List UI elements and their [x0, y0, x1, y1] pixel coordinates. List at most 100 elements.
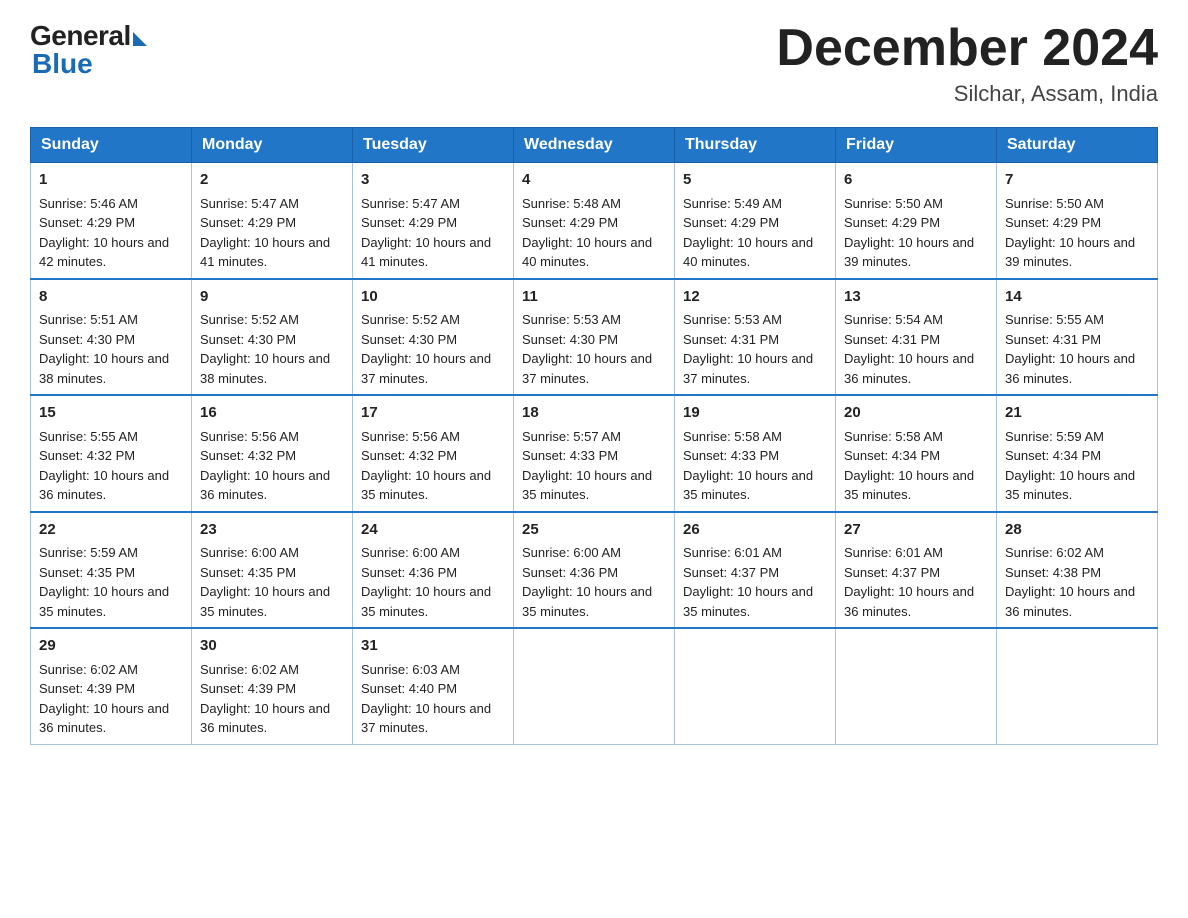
day-number: 23	[200, 519, 344, 542]
calendar-week-row: 8 Sunrise: 5:51 AMSunset: 4:30 PMDayligh…	[31, 279, 1158, 396]
day-info: Sunrise: 5:53 AMSunset: 4:31 PMDaylight:…	[683, 312, 813, 386]
day-info: Sunrise: 5:53 AMSunset: 4:30 PMDaylight:…	[522, 312, 652, 386]
day-number: 16	[200, 402, 344, 425]
day-info: Sunrise: 5:52 AMSunset: 4:30 PMDaylight:…	[200, 312, 330, 386]
weekday-header-monday: Monday	[192, 128, 353, 163]
calendar-cell	[836, 628, 997, 744]
day-number: 6	[844, 169, 988, 192]
weekday-header-saturday: Saturday	[997, 128, 1158, 163]
day-number: 12	[683, 286, 827, 309]
day-number: 20	[844, 402, 988, 425]
day-number: 25	[522, 519, 666, 542]
weekday-header-wednesday: Wednesday	[514, 128, 675, 163]
day-number: 1	[39, 169, 183, 192]
day-number: 15	[39, 402, 183, 425]
day-info: Sunrise: 5:58 AMSunset: 4:34 PMDaylight:…	[844, 429, 974, 503]
day-info: Sunrise: 6:02 AMSunset: 4:38 PMDaylight:…	[1005, 545, 1135, 619]
day-info: Sunrise: 5:55 AMSunset: 4:31 PMDaylight:…	[1005, 312, 1135, 386]
calendar-cell: 5 Sunrise: 5:49 AMSunset: 4:29 PMDayligh…	[675, 163, 836, 279]
weekday-header-row: SundayMondayTuesdayWednesdayThursdayFrid…	[31, 128, 1158, 163]
day-info: Sunrise: 6:03 AMSunset: 4:40 PMDaylight:…	[361, 662, 491, 736]
day-info: Sunrise: 5:56 AMSunset: 4:32 PMDaylight:…	[361, 429, 491, 503]
logo-blue-text: Blue	[32, 48, 93, 80]
day-info: Sunrise: 6:00 AMSunset: 4:36 PMDaylight:…	[522, 545, 652, 619]
weekday-header-thursday: Thursday	[675, 128, 836, 163]
weekday-header-tuesday: Tuesday	[353, 128, 514, 163]
day-info: Sunrise: 6:01 AMSunset: 4:37 PMDaylight:…	[844, 545, 974, 619]
day-info: Sunrise: 6:00 AMSunset: 4:35 PMDaylight:…	[200, 545, 330, 619]
calendar-cell: 25 Sunrise: 6:00 AMSunset: 4:36 PMDaylig…	[514, 512, 675, 629]
month-title: December 2024	[776, 20, 1158, 77]
day-number: 9	[200, 286, 344, 309]
calendar-week-row: 29 Sunrise: 6:02 AMSunset: 4:39 PMDaylig…	[31, 628, 1158, 744]
day-info: Sunrise: 5:51 AMSunset: 4:30 PMDaylight:…	[39, 312, 169, 386]
calendar-cell: 28 Sunrise: 6:02 AMSunset: 4:38 PMDaylig…	[997, 512, 1158, 629]
day-number: 30	[200, 635, 344, 658]
calendar-cell: 8 Sunrise: 5:51 AMSunset: 4:30 PMDayligh…	[31, 279, 192, 396]
calendar-cell: 9 Sunrise: 5:52 AMSunset: 4:30 PMDayligh…	[192, 279, 353, 396]
day-number: 21	[1005, 402, 1149, 425]
calendar-cell: 24 Sunrise: 6:00 AMSunset: 4:36 PMDaylig…	[353, 512, 514, 629]
calendar-cell: 11 Sunrise: 5:53 AMSunset: 4:30 PMDaylig…	[514, 279, 675, 396]
day-info: Sunrise: 6:02 AMSunset: 4:39 PMDaylight:…	[200, 662, 330, 736]
day-number: 29	[39, 635, 183, 658]
day-number: 7	[1005, 169, 1149, 192]
day-number: 2	[200, 169, 344, 192]
day-info: Sunrise: 5:56 AMSunset: 4:32 PMDaylight:…	[200, 429, 330, 503]
day-info: Sunrise: 5:50 AMSunset: 4:29 PMDaylight:…	[1005, 196, 1135, 270]
calendar-cell: 19 Sunrise: 5:58 AMSunset: 4:33 PMDaylig…	[675, 395, 836, 512]
calendar-cell: 3 Sunrise: 5:47 AMSunset: 4:29 PMDayligh…	[353, 163, 514, 279]
calendar-cell: 14 Sunrise: 5:55 AMSunset: 4:31 PMDaylig…	[997, 279, 1158, 396]
calendar-cell: 2 Sunrise: 5:47 AMSunset: 4:29 PMDayligh…	[192, 163, 353, 279]
calendar-week-row: 15 Sunrise: 5:55 AMSunset: 4:32 PMDaylig…	[31, 395, 1158, 512]
calendar-cell: 16 Sunrise: 5:56 AMSunset: 4:32 PMDaylig…	[192, 395, 353, 512]
calendar-cell: 12 Sunrise: 5:53 AMSunset: 4:31 PMDaylig…	[675, 279, 836, 396]
day-info: Sunrise: 5:58 AMSunset: 4:33 PMDaylight:…	[683, 429, 813, 503]
day-info: Sunrise: 5:54 AMSunset: 4:31 PMDaylight:…	[844, 312, 974, 386]
day-info: Sunrise: 6:02 AMSunset: 4:39 PMDaylight:…	[39, 662, 169, 736]
logo-arrow-icon	[133, 32, 147, 46]
calendar-cell: 10 Sunrise: 5:52 AMSunset: 4:30 PMDaylig…	[353, 279, 514, 396]
calendar-cell: 27 Sunrise: 6:01 AMSunset: 4:37 PMDaylig…	[836, 512, 997, 629]
day-info: Sunrise: 5:47 AMSunset: 4:29 PMDaylight:…	[361, 196, 491, 270]
day-number: 31	[361, 635, 505, 658]
day-info: Sunrise: 5:59 AMSunset: 4:35 PMDaylight:…	[39, 545, 169, 619]
calendar-cell: 29 Sunrise: 6:02 AMSunset: 4:39 PMDaylig…	[31, 628, 192, 744]
calendar-table: SundayMondayTuesdayWednesdayThursdayFrid…	[30, 127, 1158, 745]
day-info: Sunrise: 6:01 AMSunset: 4:37 PMDaylight:…	[683, 545, 813, 619]
calendar-cell: 21 Sunrise: 5:59 AMSunset: 4:34 PMDaylig…	[997, 395, 1158, 512]
calendar-week-row: 22 Sunrise: 5:59 AMSunset: 4:35 PMDaylig…	[31, 512, 1158, 629]
calendar-cell: 22 Sunrise: 5:59 AMSunset: 4:35 PMDaylig…	[31, 512, 192, 629]
day-number: 14	[1005, 286, 1149, 309]
day-info: Sunrise: 5:59 AMSunset: 4:34 PMDaylight:…	[1005, 429, 1135, 503]
day-number: 26	[683, 519, 827, 542]
day-info: Sunrise: 5:55 AMSunset: 4:32 PMDaylight:…	[39, 429, 169, 503]
day-number: 5	[683, 169, 827, 192]
page-header: General Blue December 2024 Silchar, Assa…	[30, 20, 1158, 107]
calendar-cell: 18 Sunrise: 5:57 AMSunset: 4:33 PMDaylig…	[514, 395, 675, 512]
calendar-cell: 31 Sunrise: 6:03 AMSunset: 4:40 PMDaylig…	[353, 628, 514, 744]
calendar-cell: 4 Sunrise: 5:48 AMSunset: 4:29 PMDayligh…	[514, 163, 675, 279]
day-info: Sunrise: 5:49 AMSunset: 4:29 PMDaylight:…	[683, 196, 813, 270]
day-number: 4	[522, 169, 666, 192]
calendar-cell: 30 Sunrise: 6:02 AMSunset: 4:39 PMDaylig…	[192, 628, 353, 744]
calendar-cell: 15 Sunrise: 5:55 AMSunset: 4:32 PMDaylig…	[31, 395, 192, 512]
day-number: 19	[683, 402, 827, 425]
calendar-cell: 7 Sunrise: 5:50 AMSunset: 4:29 PMDayligh…	[997, 163, 1158, 279]
calendar-cell	[514, 628, 675, 744]
day-number: 8	[39, 286, 183, 309]
calendar-cell: 13 Sunrise: 5:54 AMSunset: 4:31 PMDaylig…	[836, 279, 997, 396]
day-info: Sunrise: 5:48 AMSunset: 4:29 PMDaylight:…	[522, 196, 652, 270]
calendar-cell	[997, 628, 1158, 744]
calendar-cell: 17 Sunrise: 5:56 AMSunset: 4:32 PMDaylig…	[353, 395, 514, 512]
logo: General Blue	[30, 20, 147, 80]
calendar-cell: 20 Sunrise: 5:58 AMSunset: 4:34 PMDaylig…	[836, 395, 997, 512]
day-info: Sunrise: 5:52 AMSunset: 4:30 PMDaylight:…	[361, 312, 491, 386]
day-number: 17	[361, 402, 505, 425]
calendar-cell: 26 Sunrise: 6:01 AMSunset: 4:37 PMDaylig…	[675, 512, 836, 629]
day-info: Sunrise: 5:50 AMSunset: 4:29 PMDaylight:…	[844, 196, 974, 270]
day-number: 13	[844, 286, 988, 309]
day-number: 22	[39, 519, 183, 542]
day-info: Sunrise: 5:57 AMSunset: 4:33 PMDaylight:…	[522, 429, 652, 503]
day-number: 18	[522, 402, 666, 425]
